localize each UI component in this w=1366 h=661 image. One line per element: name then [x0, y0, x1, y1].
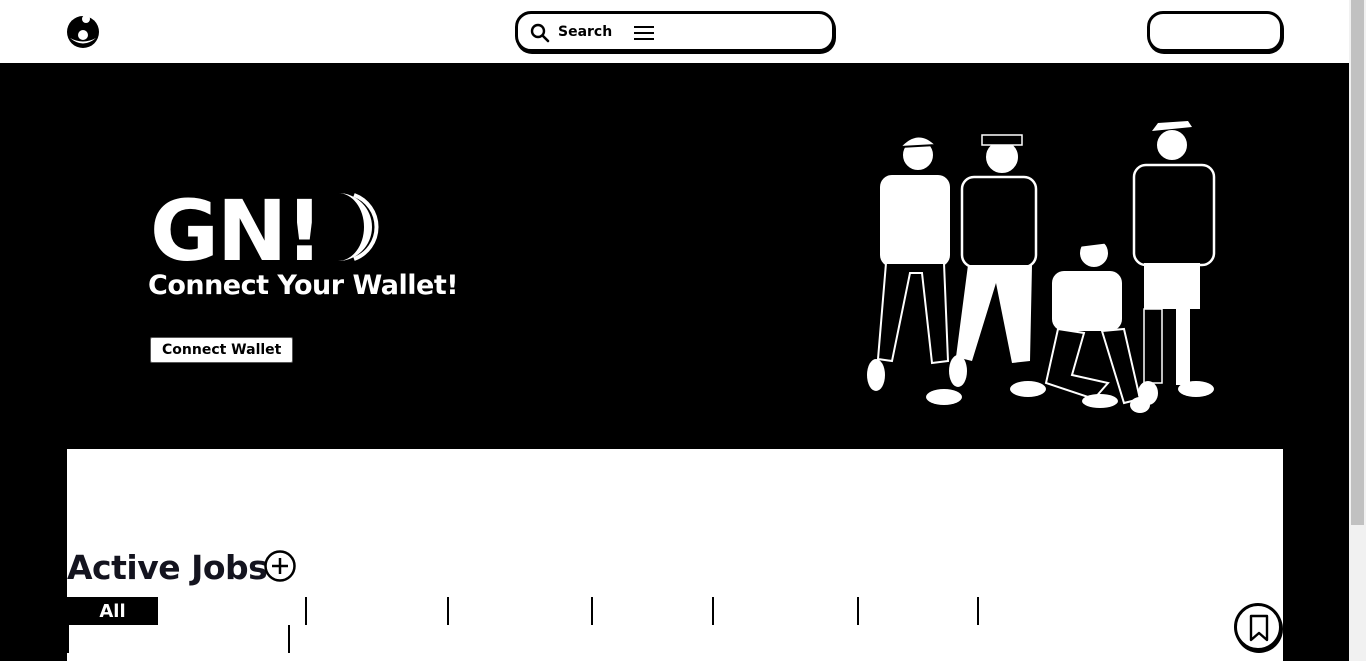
tab-divider: [977, 597, 979, 625]
brand-wordmark: GN!: [150, 182, 324, 280]
menu-icon[interactable]: [634, 24, 654, 42]
moon-icon: [338, 193, 379, 261]
group-people-illustration: [867, 121, 1216, 413]
tab-divider: [67, 625, 69, 653]
search-label: Search: [558, 24, 613, 40]
tab-divider: [447, 597, 449, 625]
active-jobs-section: Active Jobs All: [67, 449, 1283, 661]
left-rail: [0, 449, 67, 661]
search-icon: [530, 23, 550, 43]
top-nav: Search: [0, 0, 1349, 63]
scrollbar-thumb[interactable]: [1351, 0, 1364, 525]
right-rail: [1283, 449, 1349, 661]
page-scrollbar[interactable]: [1349, 0, 1366, 661]
tab-divider: [857, 597, 859, 625]
bookmark-icon: [1249, 614, 1269, 642]
connect-wallet-button[interactable]: Connect Wallet: [150, 337, 294, 363]
tab-divider: [288, 625, 290, 653]
bookmark-button[interactable]: [1234, 603, 1282, 651]
tab-all[interactable]: All: [67, 597, 158, 625]
tab-divider: [591, 597, 593, 625]
search-bar[interactable]: Search: [515, 11, 835, 52]
hero-subtitle: Connect Your Wallet!: [148, 270, 459, 301]
add-icon[interactable]: [263, 549, 297, 583]
tab-divider: [305, 597, 307, 625]
section-title: Active Jobs: [67, 548, 268, 587]
donut-logo-icon[interactable]: [66, 15, 100, 49]
account-button[interactable]: [1147, 11, 1283, 52]
tab-divider: [712, 597, 714, 625]
hero-banner: GN! Connect Your Wallet! Connect Wallet: [0, 63, 1349, 449]
